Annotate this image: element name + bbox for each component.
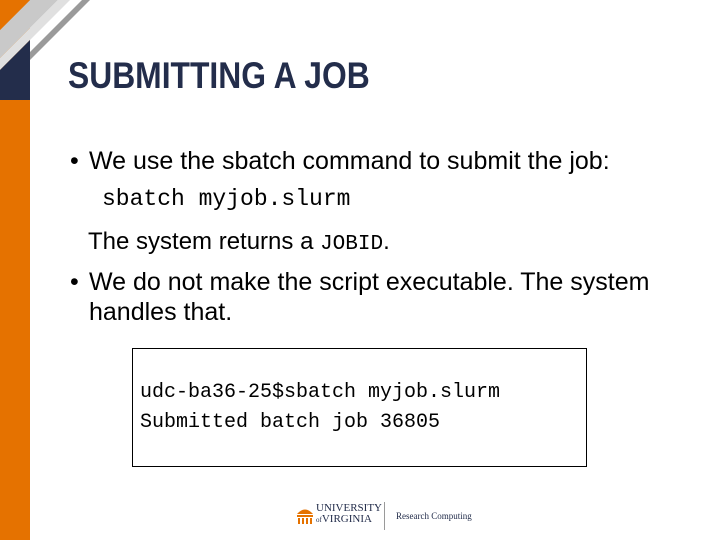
returns-jobid-text: The system returns a JOBID.	[88, 228, 390, 256]
slide-title: SUBMITTING A JOB	[68, 55, 370, 96]
bullet-marker: •	[70, 147, 79, 175]
returns-prefix: The system returns a	[88, 228, 321, 255]
bullet-text: We use the sbatch command to submit the …	[89, 147, 610, 175]
department-name: Research Computing	[396, 511, 472, 521]
jobid-code: JOBID	[320, 233, 384, 256]
bullet-text: We do not make the script executable. Th…	[89, 268, 650, 326]
terminal-line: Submitted batch job 36805	[140, 411, 441, 434]
returns-suffix: .	[383, 228, 390, 255]
bullet-item: • We use the sbatch command to submit th…	[70, 146, 700, 176]
bullet-marker: •	[70, 268, 79, 296]
terminal-output-box: udc-ba36-25$sbatch myjob.slurm Submitted…	[132, 348, 587, 467]
terminal-line: udc-ba36-25$sbatch myjob.slurm	[140, 381, 501, 404]
sbatch-command: sbatch myjob.slurm	[102, 186, 351, 212]
rotunda-logo-icon	[297, 509, 313, 524]
footer-divider	[384, 502, 385, 530]
university-wordmark: UNIVERSITY ofVIRGINIA	[316, 503, 382, 526]
bullet-item: • We do not make the script executable. …	[70, 267, 690, 327]
university-line2: VIRGINIA	[321, 513, 372, 525]
